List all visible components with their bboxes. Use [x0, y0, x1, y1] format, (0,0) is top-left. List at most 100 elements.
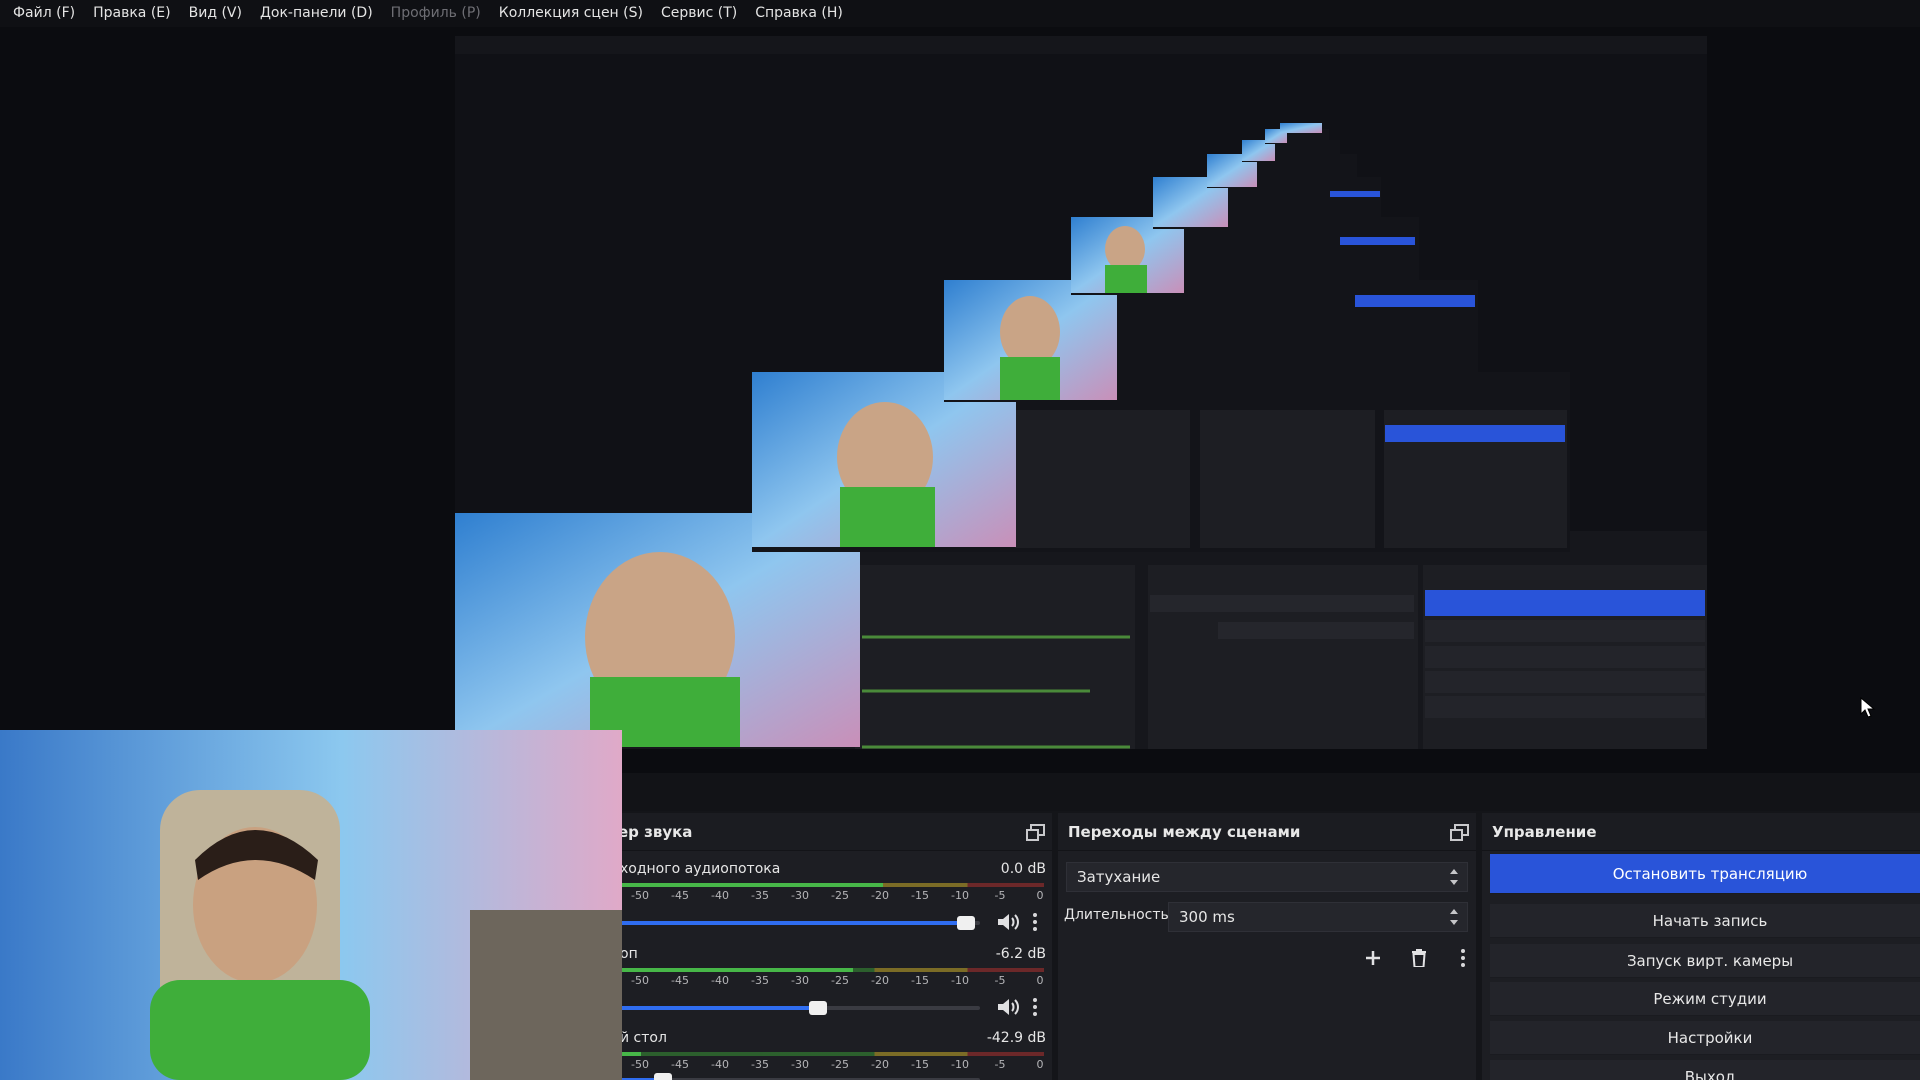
webcam-image — [0, 730, 622, 1080]
tick-label: -30 — [791, 1058, 809, 1071]
channel-db: 0.0 dB — [1000, 861, 1046, 877]
meter-level — [620, 1052, 642, 1056]
webcam-preview-image — [0, 730, 622, 1080]
plus-icon — [1366, 951, 1380, 965]
mouse-cursor-icon — [1860, 697, 1876, 718]
channel-name: ходного аудиопотока — [620, 861, 781, 877]
volume-meter — [620, 1052, 1044, 1056]
spinner-icon[interactable] — [1449, 908, 1459, 926]
tick-label: -10 — [951, 1058, 969, 1071]
tick-label: -35 — [751, 974, 769, 987]
meter-ticks: -50 -45 -40 -35 -30 -25 -20 -15 -10 -5 0 — [612, 1058, 1044, 1072]
tick-label: -50 — [631, 974, 649, 987]
channel-name: й стол — [620, 1030, 667, 1046]
duration-label: Длительность — [1064, 907, 1169, 923]
meter-level — [620, 968, 854, 972]
transition-select[interactable]: Затухание — [1066, 862, 1468, 892]
tick-label: -50 — [631, 889, 649, 902]
undock-icon[interactable] — [1450, 824, 1469, 841]
slider-fill — [620, 1006, 818, 1010]
slider-handle[interactable] — [654, 1073, 673, 1080]
channel-name: оп — [620, 946, 638, 962]
slider-handle[interactable] — [809, 1001, 827, 1015]
tick-label: -25 — [831, 1058, 849, 1071]
tick-label: -25 — [831, 974, 849, 987]
tick-label: 0 — [1036, 974, 1044, 987]
more-options-icon[interactable] — [1030, 996, 1040, 1018]
tick-label: -45 — [671, 889, 689, 902]
tick-label: -20 — [871, 889, 889, 902]
scene-transitions-dock: Переходы между сценами Затухание Длитель… — [1058, 813, 1476, 1080]
tick-label: -25 — [831, 889, 849, 902]
tick-label: -50 — [631, 1058, 649, 1071]
menu-bar: Файл (F) Правка (E) Вид (V) Док-панели (… — [0, 0, 1920, 27]
tick-label: -45 — [671, 974, 689, 987]
channel-db: -42.9 dB — [986, 1030, 1046, 1046]
transitions-title: Переходы между сценами — [1058, 813, 1476, 851]
tick-label: -15 — [911, 889, 929, 902]
audio-mixer-dock: ер звука ходного аудиопотока 0.0 dB -50-… — [612, 813, 1052, 1080]
tick-label: -30 — [791, 889, 809, 902]
slider-fill — [620, 921, 966, 925]
tick-label: 0 — [1036, 889, 1044, 902]
exit-button[interactable]: Выход — [1490, 1060, 1920, 1080]
undock-icon[interactable] — [1026, 824, 1045, 841]
channel-db: -6.2 dB — [995, 946, 1046, 962]
meter-ticks: -50 -45 -40 -35 -30 -25 -20 -15 -10 -5 0 — [612, 889, 1044, 903]
settings-button[interactable]: Настройки — [1490, 1021, 1920, 1055]
tick-label: -5 — [994, 974, 1006, 987]
meter-level — [620, 883, 883, 887]
transition-selected-value: Затухание — [1077, 868, 1161, 886]
studio-mode-button[interactable]: Режим студии — [1490, 982, 1920, 1016]
tick-label: -20 — [871, 974, 889, 987]
speaker-icon[interactable] — [996, 912, 1020, 932]
start-virtual-camera-button[interactable]: Запуск вирт. камеры — [1490, 944, 1920, 978]
menu-help[interactable]: Справка (H) — [746, 0, 852, 27]
tick-label: -30 — [791, 974, 809, 987]
tick-label: -20 — [871, 1058, 889, 1071]
duration-value: 300 ms — [1179, 908, 1235, 926]
start-recording-button[interactable]: Начать запись — [1490, 904, 1920, 938]
volume-slider[interactable] — [620, 916, 980, 930]
tick-label: -10 — [951, 974, 969, 987]
menu-file[interactable]: Файл (F) — [4, 0, 84, 27]
menu-edit[interactable]: Правка (E) — [84, 0, 180, 27]
tick-label: -40 — [711, 889, 729, 902]
tick-label: -35 — [751, 1058, 769, 1071]
tick-label: -15 — [911, 974, 929, 987]
chevron-updown-icon — [1449, 868, 1459, 886]
stop-streaming-button[interactable]: Остановить трансляцию — [1490, 854, 1920, 894]
more-options-icon[interactable] — [1030, 911, 1040, 933]
speaker-icon[interactable] — [996, 997, 1020, 1017]
menu-view[interactable]: Вид (V) — [180, 0, 251, 27]
tick-label: -5 — [994, 889, 1006, 902]
add-transition-button[interactable] — [1358, 944, 1388, 972]
menu-docks[interactable]: Док-панели (D) — [251, 0, 382, 27]
volume-meter — [620, 883, 1044, 887]
tick-label: -15 — [911, 1058, 929, 1071]
tick-label: -40 — [711, 974, 729, 987]
duration-input[interactable]: 300 ms — [1168, 902, 1468, 932]
volume-slider[interactable] — [620, 1001, 980, 1015]
remove-transition-button[interactable] — [1404, 944, 1434, 972]
audio-mixer-title: ер звука — [612, 813, 1052, 851]
tick-label: -10 — [951, 889, 969, 902]
menu-scene-collection[interactable]: Коллекция сцен (S) — [490, 0, 652, 27]
controls-title: Управление — [1482, 813, 1920, 851]
slider-handle[interactable] — [956, 916, 975, 930]
preview-canvas[interactable] — [0, 27, 1920, 773]
meter-ticks: -50 -45 -40 -35 -30 -25 -20 -15 -10 -5 0 — [612, 974, 1044, 988]
volume-meter — [620, 968, 1044, 972]
recursive-preview-image — [455, 36, 1707, 749]
tick-label: -40 — [711, 1058, 729, 1071]
tick-label: -35 — [751, 889, 769, 902]
controls-dock: Управление Остановить трансляцию Начать … — [1482, 813, 1920, 1080]
tick-label: -45 — [671, 1058, 689, 1071]
tick-label: -5 — [994, 1058, 1006, 1071]
menu-profile[interactable]: Профиль (P) — [382, 0, 490, 27]
more-options-icon — [1458, 947, 1468, 969]
transition-properties-button[interactable] — [1448, 944, 1476, 972]
tick-label: 0 — [1036, 1058, 1044, 1071]
menu-tools[interactable]: Сервис (T) — [652, 0, 746, 27]
trash-icon — [1412, 949, 1426, 967]
